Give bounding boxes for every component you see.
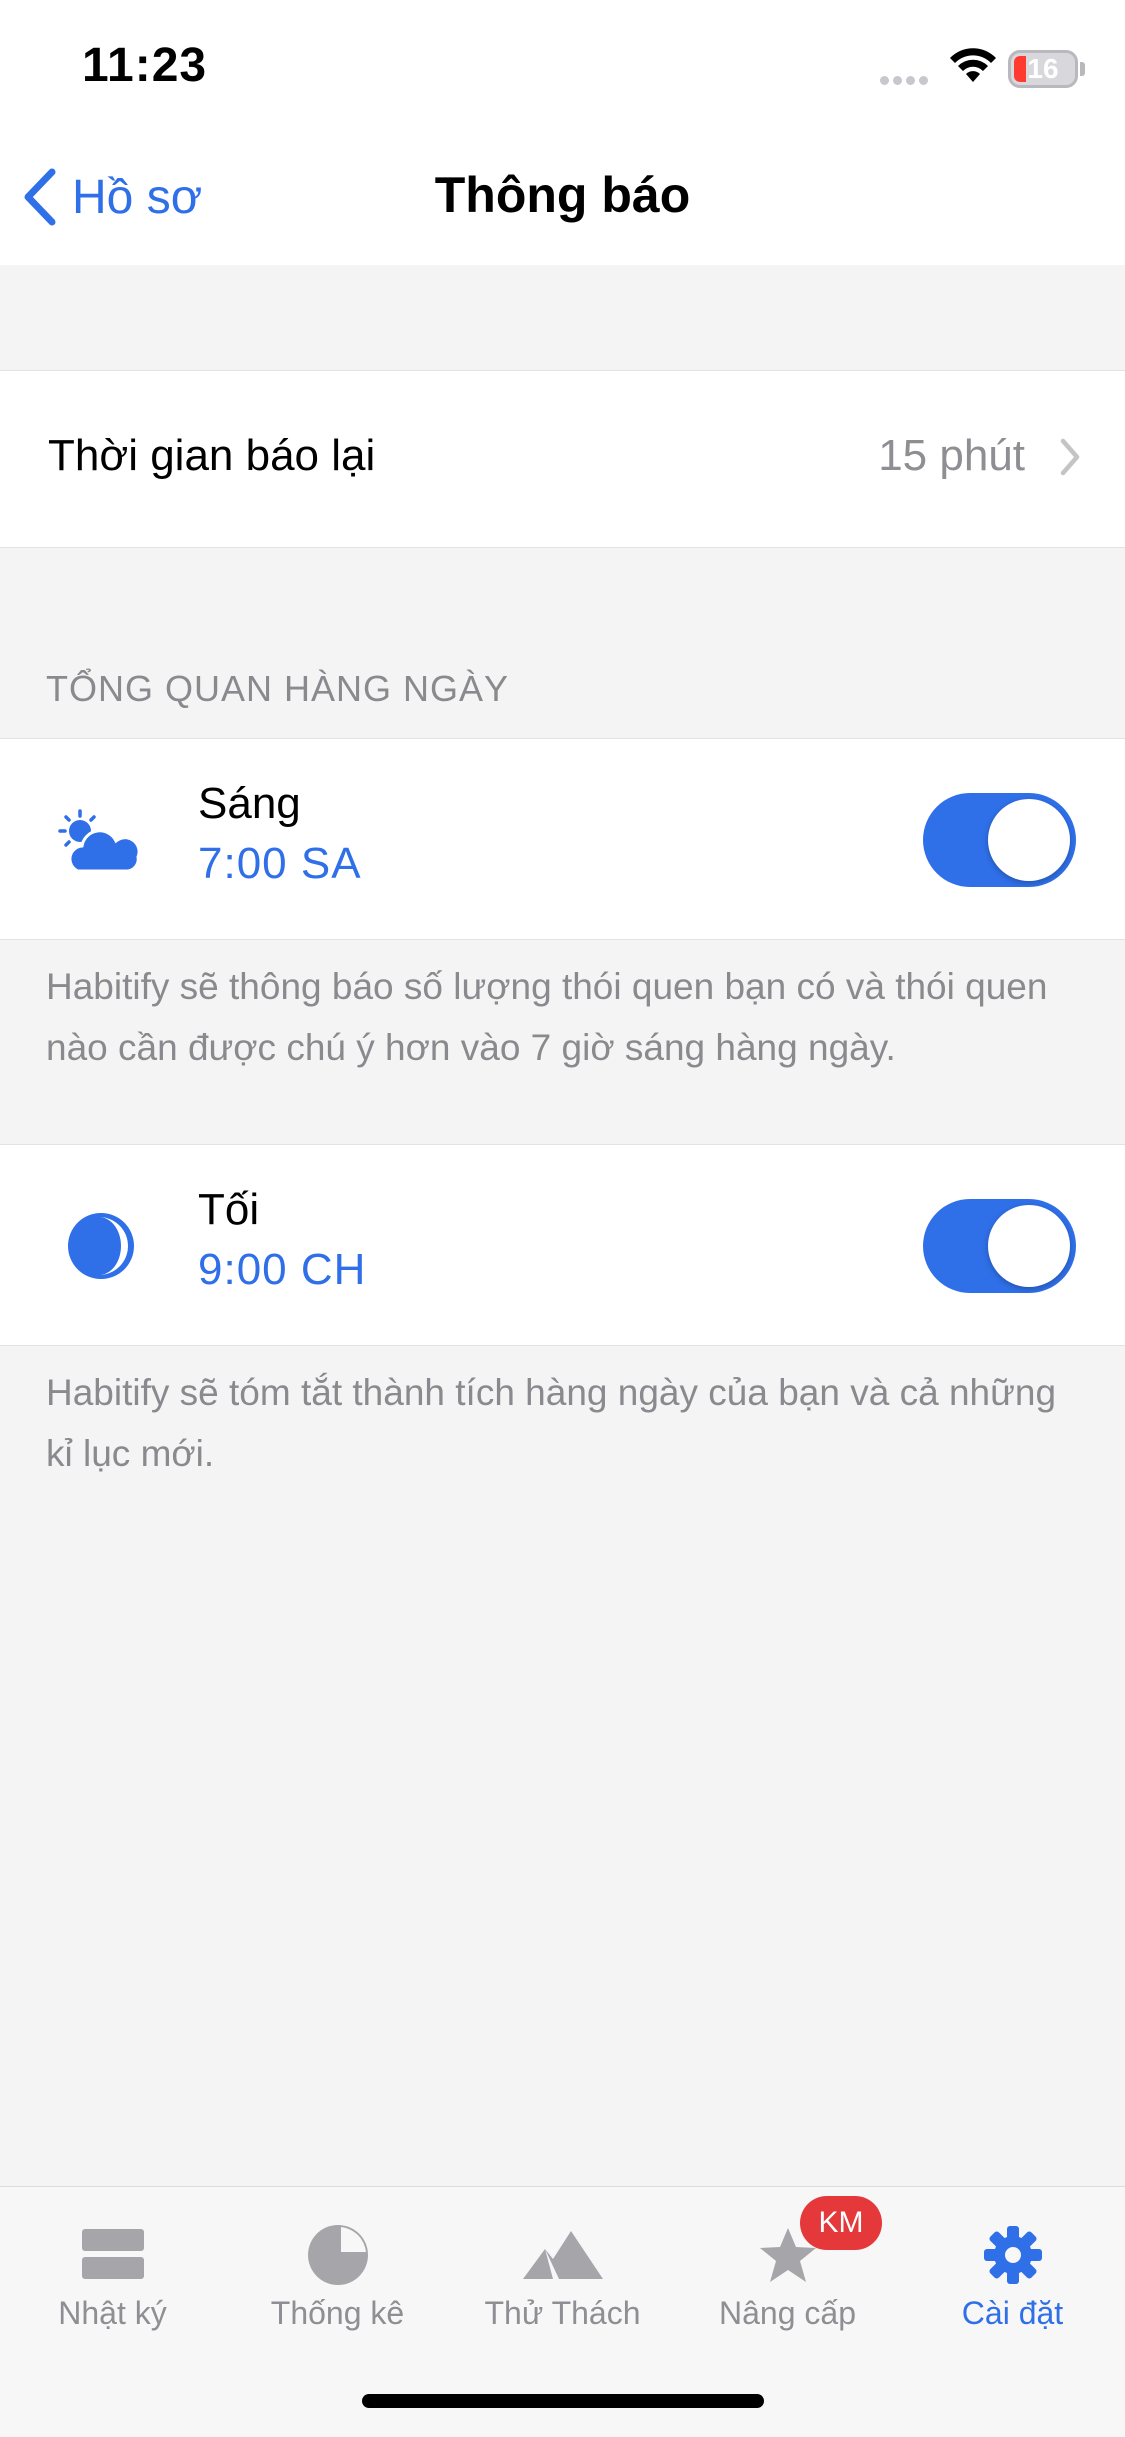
snooze-time-label: Thời gian báo lại [48,431,376,480]
tab-challenges[interactable]: Thử Thách [450,2187,675,2357]
tab-label: Nâng cấp [719,2295,856,2331]
morning-title: Sáng [198,779,301,828]
battery-level: 16 [1027,53,1059,84]
evening-description: Habitify sẽ tóm tắt thành tích hàng ngày… [46,1372,1057,1474]
tab-settings[interactable]: Cài đặt [900,2187,1125,2357]
snooze-time-value: 15 phút [878,431,1025,480]
battery-icon: 16 [1008,50,1078,88]
page-title: Thông báo [434,167,691,223]
snooze-time-row[interactable]: Thời gian báo lại 15 phút [0,370,1125,548]
moon-icon [68,1213,134,1279]
promo-badge: KM [800,2196,882,2250]
tab-label: Thử Thách [484,2295,641,2331]
evening-toggle[interactable] [923,1199,1076,1293]
section-header: TỔNG QUAN HÀNG NGÀY [46,668,510,709]
gear-icon [900,2215,1125,2295]
tab-label: Nhật ký [58,2295,167,2331]
morning-summary-row: Sáng 7:00 SA [0,738,1125,940]
evening-summary-row: Tối 9:00 CH [0,1144,1125,1346]
battery-tip [1080,62,1085,76]
mountain-icon [450,2215,675,2295]
wifi-icon [948,48,998,91]
morning-description: Habitify sẽ thông báo số lượng thói quen… [46,966,1048,1068]
morning-time[interactable]: 7:00 SA [198,839,362,889]
status-time: 11:23 [82,39,208,92]
pie-chart-icon [225,2215,450,2295]
cellular-signal-icon [880,72,934,85]
tab-label: Thống kê [270,2295,405,2331]
tab-statistics[interactable]: Thống kê [225,2187,450,2357]
tab-label: Cài đặt [961,2295,1064,2331]
tab-journal[interactable]: Nhật ký [0,2187,225,2357]
evening-time[interactable]: 9:00 CH [198,1245,366,1295]
morning-toggle[interactable] [923,793,1076,887]
journal-icon [0,2215,225,2295]
home-indicator [362,2394,764,2408]
sun-cloud-icon [58,809,141,873]
chevron-right-icon [1060,438,1080,476]
evening-title: Tối [198,1185,260,1234]
